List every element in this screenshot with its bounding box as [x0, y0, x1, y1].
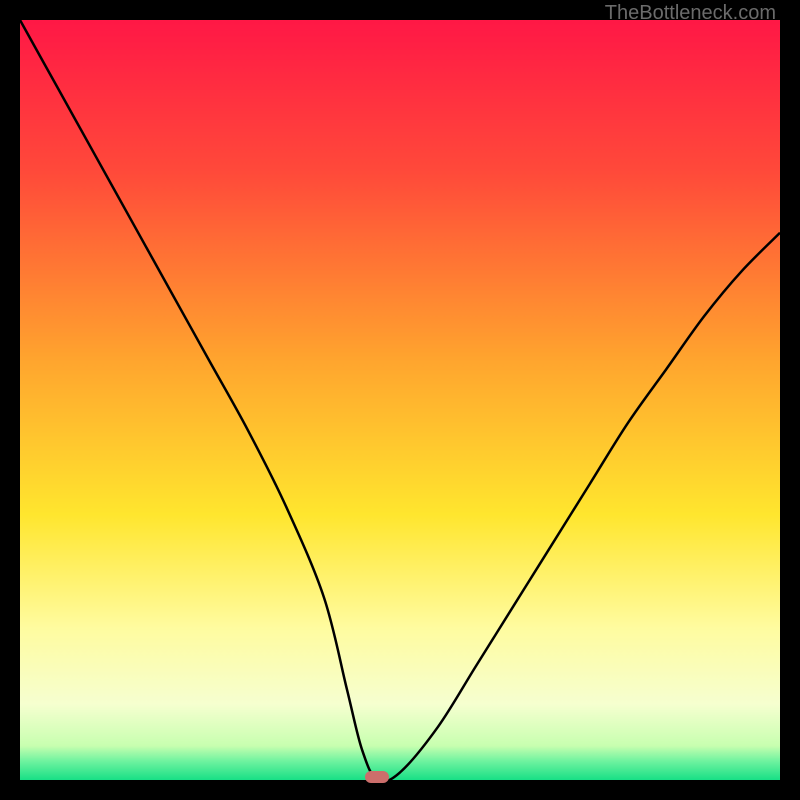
curve-layer — [20, 20, 780, 780]
watermark-text: TheBottleneck.com — [605, 2, 776, 25]
optimum-marker — [365, 771, 389, 783]
bottleneck-curve — [20, 20, 780, 780]
